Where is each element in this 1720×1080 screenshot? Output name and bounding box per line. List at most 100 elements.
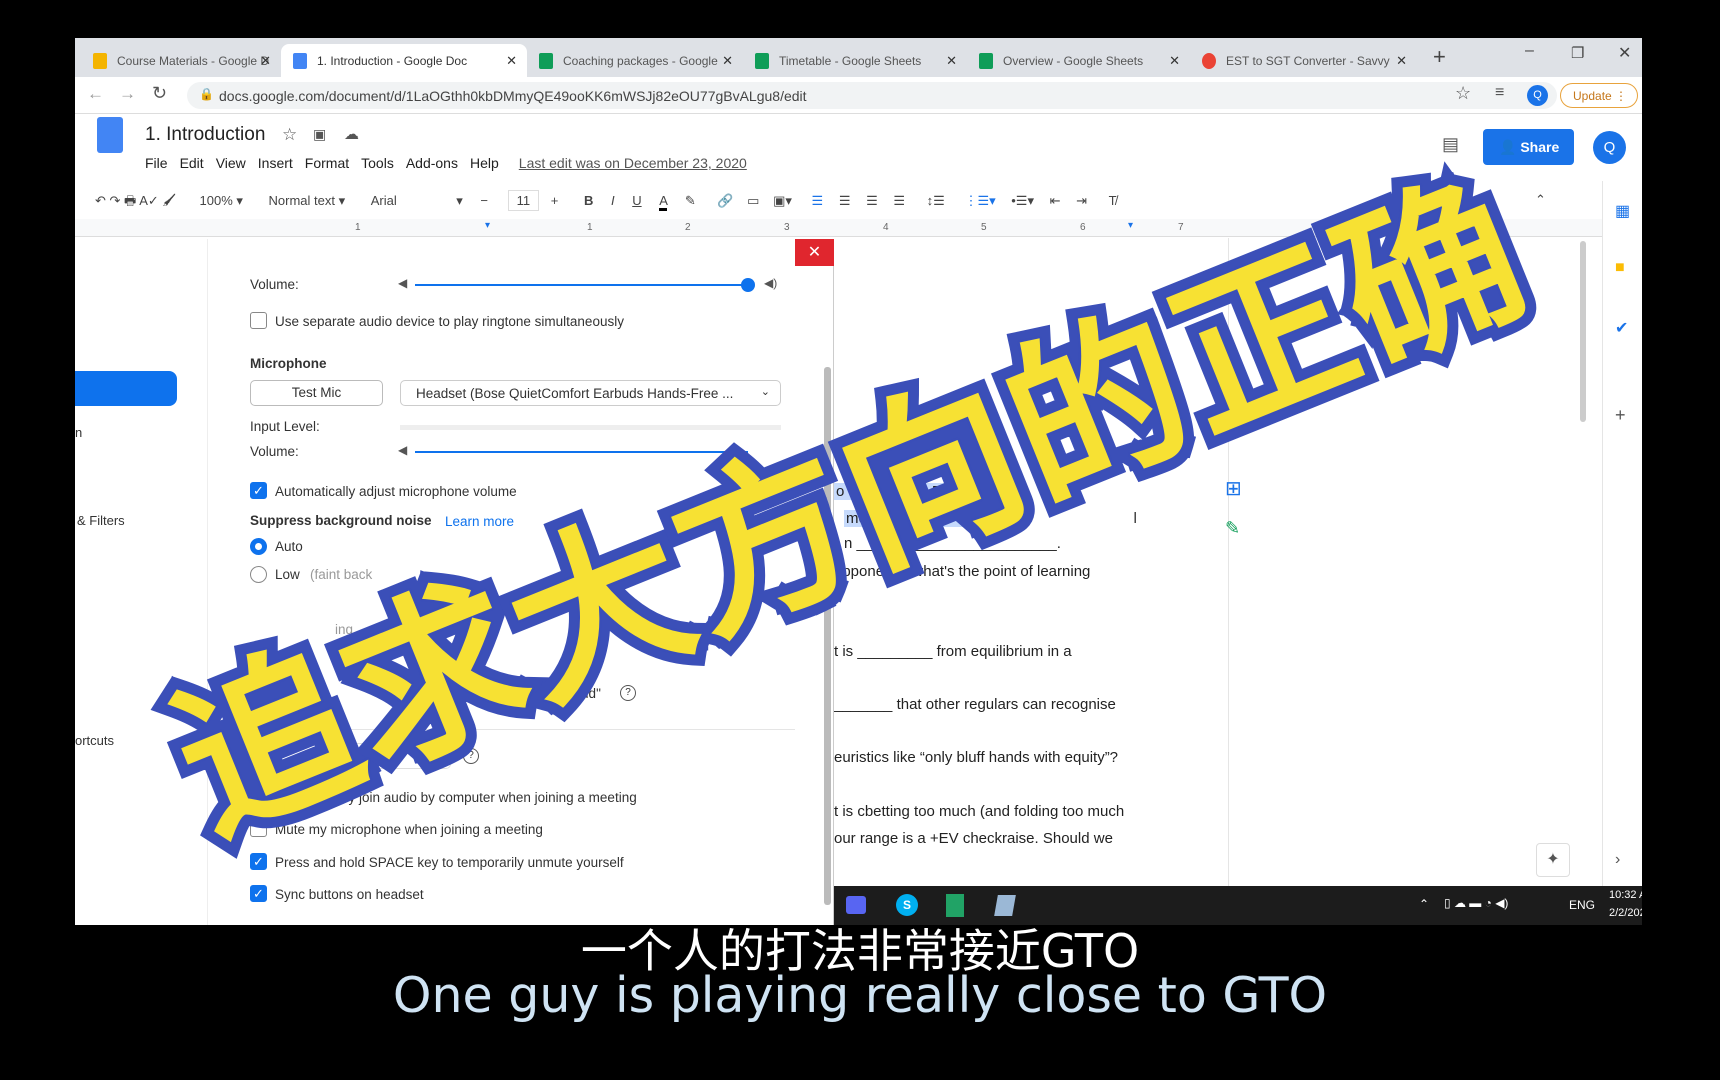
menu-help[interactable]: Help xyxy=(470,155,499,171)
tray-icons[interactable]: ▯ ☁ ▬ ◔ ◀) xyxy=(1444,896,1508,910)
profile-avatar[interactable]: Q xyxy=(1527,85,1548,106)
ringtone-checkbox[interactable] xyxy=(250,312,267,329)
font-size-decrease[interactable]: − xyxy=(480,193,488,208)
redo-icon[interactable]: ↷ xyxy=(110,193,125,208)
spellcheck-icon[interactable]: A✓ xyxy=(139,193,162,208)
speaker-volume-thumb[interactable] xyxy=(741,278,755,292)
sidebar-item[interactable]: n xyxy=(75,425,82,440)
menu-tools[interactable]: Tools xyxy=(361,155,394,171)
test-mic-button[interactable]: Test Mic xyxy=(250,380,383,406)
zoom-select[interactable]: 100% ▾ xyxy=(200,193,243,208)
tab-course-materials[interactable]: Course Materials - Google D ✕ xyxy=(81,44,281,77)
numbered-list-icon[interactable]: ⋮☰▾ xyxy=(964,193,995,208)
restore-button[interactable]: ❐ xyxy=(1571,44,1584,62)
close-icon[interactable]: ✕ xyxy=(722,53,733,69)
auto-adjust-checkbox[interactable]: ✓ xyxy=(250,482,267,499)
star-icon[interactable]: ☆ xyxy=(1455,83,1471,104)
reading-list-icon[interactable]: ≡ xyxy=(1495,84,1504,102)
url-input[interactable]: 🔒 docs.google.com/document/d/1LaOGthh0kbD… xyxy=(187,82,1557,109)
back-icon[interactable]: ← xyxy=(87,84,104,104)
app-icon[interactable] xyxy=(994,895,1016,916)
justify-icon[interactable]: ☰ xyxy=(893,193,905,208)
discord-icon[interactable] xyxy=(846,896,866,914)
expand-panel-icon[interactable]: › xyxy=(1615,851,1620,869)
close-icon[interactable]: ✕ xyxy=(260,53,271,69)
minimize-button[interactable]: – xyxy=(1525,42,1534,60)
last-edit-link[interactable]: Last edit was on December 23, 2020 xyxy=(519,155,747,171)
line-spacing-icon[interactable]: ↕☰ xyxy=(927,193,945,208)
increase-indent-icon[interactable]: ⇥ xyxy=(1076,193,1087,208)
tab-introduction[interactable]: 1. Introduction - Google Doc ✕ xyxy=(281,44,527,77)
doc-scrollbar[interactable] xyxy=(1580,241,1586,422)
menu-insert[interactable]: Insert xyxy=(258,155,293,171)
clear-formatting-icon[interactable]: T̸ xyxy=(1109,193,1117,208)
indent-marker[interactable]: ▾ xyxy=(485,220,490,231)
move-folder-icon[interactable]: ▣ xyxy=(313,126,326,143)
paint-format-icon[interactable]: 🖌 xyxy=(162,193,176,208)
add-comment-side-icon[interactable]: ⊞ xyxy=(1225,476,1242,501)
decrease-indent-icon[interactable]: ⇤ xyxy=(1050,193,1061,208)
tasks-icon[interactable]: ✔ xyxy=(1615,318,1628,338)
keep-icon[interactable]: ■ xyxy=(1615,259,1625,277)
doc-title[interactable]: 1. Introduction xyxy=(145,124,265,146)
explore-button[interactable]: ✦ xyxy=(1536,843,1570,877)
bold-icon[interactable]: B xyxy=(584,193,593,208)
star-icon[interactable]: ☆ xyxy=(282,125,297,145)
reload-icon[interactable]: ↻ xyxy=(152,83,167,104)
italic-icon[interactable]: I xyxy=(611,193,615,208)
align-right-icon[interactable]: ☰ xyxy=(866,193,878,208)
sidebar-item-background-filters[interactable]: & Filters xyxy=(77,513,125,528)
align-center-icon[interactable]: ☰ xyxy=(839,193,851,208)
clock-time[interactable]: 10:32 AM xyxy=(1609,889,1642,901)
insert-image-icon[interactable]: ▣▾ xyxy=(773,193,792,208)
highlight-icon[interactable]: ✎ xyxy=(685,193,696,208)
sidebar-item-keyboard-shortcuts[interactable]: ortcuts xyxy=(75,733,114,748)
tab-est-converter[interactable]: EST to SGT Converter - Savvy ✕ xyxy=(1190,44,1417,77)
close-icon[interactable]: ✕ xyxy=(795,239,834,266)
tab-timetable[interactable]: Timetable - Google Sheets ✕ xyxy=(743,44,967,77)
bulleted-list-icon[interactable]: •☰▾ xyxy=(1011,193,1034,208)
text-color-icon[interactable]: A xyxy=(659,193,668,211)
underline-icon[interactable]: U xyxy=(632,193,641,208)
language-indicator[interactable]: ENG xyxy=(1569,898,1595,912)
undo-icon[interactable]: ↶ xyxy=(95,193,110,208)
sheets-app-icon[interactable] xyxy=(946,894,964,917)
menu-file[interactable]: File xyxy=(145,155,168,171)
font-size-increase[interactable]: + xyxy=(551,193,559,208)
noise-auto-radio[interactable] xyxy=(250,538,267,555)
menu-add-ons[interactable]: Add-ons xyxy=(406,155,458,171)
skype-icon[interactable]: S xyxy=(896,894,918,916)
right-indent-marker[interactable]: ▾ xyxy=(1128,220,1133,231)
mic-device-select[interactable]: Headset (Bose QuietComfort Earbuds Hands… xyxy=(400,380,781,406)
print-icon[interactable]: 🖶 xyxy=(124,193,139,208)
align-left-icon[interactable]: ☰ xyxy=(812,193,824,208)
close-icon[interactable]: ✕ xyxy=(1169,53,1180,69)
close-icon[interactable]: ✕ xyxy=(946,53,957,69)
close-icon[interactable]: ✕ xyxy=(506,53,517,69)
update-button[interactable]: Update ⋮ xyxy=(1560,83,1638,108)
collapse-toolbar-icon[interactable]: ⌃ xyxy=(1535,192,1546,208)
calendar-icon[interactable]: ▦ xyxy=(1615,201,1630,221)
menu-edit[interactable]: Edit xyxy=(180,155,204,171)
sync-headset-checkbox[interactable]: ✓ xyxy=(250,885,267,902)
new-tab-button[interactable]: + xyxy=(1433,44,1446,70)
forward-icon[interactable]: → xyxy=(119,84,136,104)
share-button[interactable]: 👤 Share xyxy=(1483,129,1574,165)
tab-overview[interactable]: Overview - Google Sheets ✕ xyxy=(967,44,1190,77)
speaker-volume-slider[interactable] xyxy=(415,284,748,286)
window-close-button[interactable]: ✕ xyxy=(1618,43,1631,63)
font-size-input[interactable]: 11 xyxy=(507,190,540,211)
docs-logo-icon[interactable] xyxy=(97,117,123,153)
cloud-status-icon[interactable]: ☁ xyxy=(344,125,359,143)
account-avatar[interactable]: Q xyxy=(1593,131,1626,164)
style-select[interactable]: Normal text ▾ xyxy=(269,193,346,208)
font-select[interactable]: Arial ▾ xyxy=(371,193,463,209)
link-icon[interactable]: 🔗 xyxy=(717,193,733,208)
menu-view[interactable]: View xyxy=(216,155,246,171)
noise-low-radio[interactable] xyxy=(250,566,267,583)
add-addon-icon[interactable]: + xyxy=(1615,405,1626,426)
menu-format[interactable]: Format xyxy=(305,155,349,171)
close-icon[interactable]: ✕ xyxy=(1396,53,1407,69)
add-comment-icon[interactable]: ▭ xyxy=(747,193,759,208)
tray-chevron-icon[interactable]: ⌃ xyxy=(1419,897,1429,911)
